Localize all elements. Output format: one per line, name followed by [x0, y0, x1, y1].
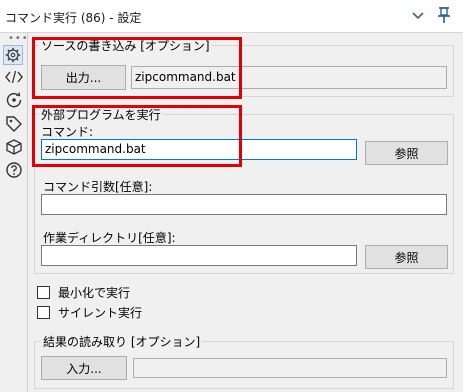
- highlight-box-external: [32, 105, 242, 167]
- workdir-browse-button[interactable]: 参照: [365, 245, 448, 269]
- highlight-box-source: [32, 37, 242, 99]
- gear-icon[interactable]: [3, 45, 23, 65]
- sidebar: •••: [0, 33, 28, 392]
- code-icon[interactable]: [5, 68, 23, 86]
- silent-label: サイレント実行: [58, 306, 143, 320]
- minimize-checkbox[interactable]: [37, 286, 50, 299]
- title-bar: コマンド実行 (86) - 設定: [0, 0, 463, 33]
- command-browse-button[interactable]: 参照: [365, 141, 448, 165]
- silent-checkbox[interactable]: [37, 306, 50, 319]
- minimize-label: 最小化で実行: [58, 286, 131, 300]
- workflow-icon[interactable]: [5, 91, 23, 109]
- input-button[interactable]: 入力...: [41, 356, 127, 380]
- drag-handle-icon[interactable]: •••: [8, 33, 29, 44]
- command-args-label: コマンド引数[任意]:: [43, 180, 153, 194]
- command-args-field[interactable]: [41, 194, 447, 215]
- workdir-field[interactable]: [41, 245, 357, 266]
- workdir-label: 作業ディレクトリ[任意]:: [43, 231, 176, 245]
- window-title: コマンド実行 (86) - 設定: [5, 11, 142, 25]
- pin-icon[interactable]: [436, 6, 452, 24]
- chevron-down-icon[interactable]: [411, 8, 425, 22]
- tag-icon[interactable]: [5, 115, 23, 133]
- cube-icon[interactable]: [5, 138, 23, 156]
- results-file-field[interactable]: [133, 358, 447, 378]
- help-icon[interactable]: [5, 161, 23, 179]
- read-results-label: 結果の読み取り [オプション]: [41, 333, 203, 350]
